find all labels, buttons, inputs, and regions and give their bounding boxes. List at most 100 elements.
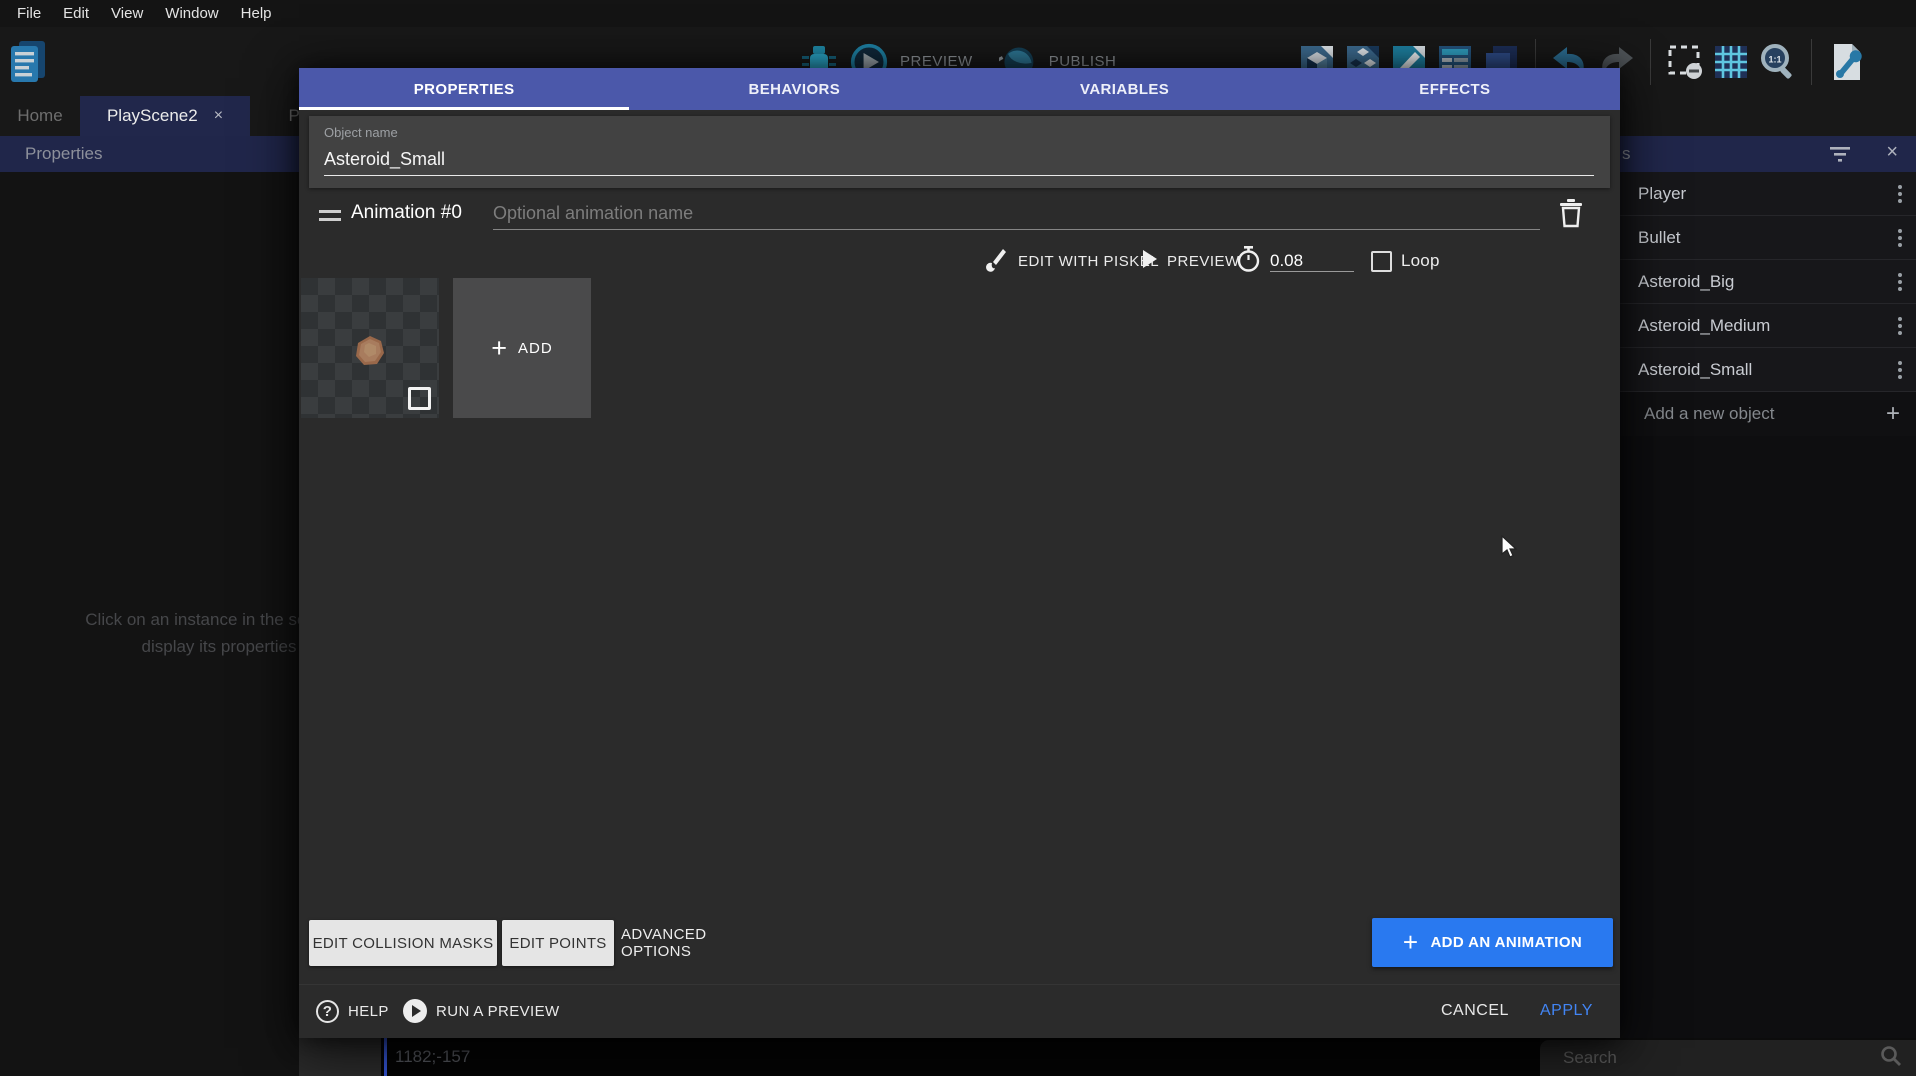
animation-frame-thumbnail[interactable] — [301, 278, 439, 418]
apply-button[interactable]: APPLY — [1540, 996, 1593, 1026]
plus-icon: + — [1403, 927, 1419, 958]
object-name-input[interactable] — [324, 144, 1594, 176]
drag-handle-icon[interactable] — [319, 210, 341, 226]
tab-home[interactable]: Home — [0, 96, 80, 136]
tab-playscene2-label: PlayScene2 — [107, 106, 198, 126]
brush-icon — [983, 246, 1009, 276]
add-new-object-row[interactable]: Add a new object + — [1620, 392, 1916, 436]
edit-points-button[interactable]: EDIT POINTS — [502, 920, 614, 966]
animation-title: Animation #0 — [351, 202, 462, 224]
properties-empty-message-line2: display its properties — [28, 633, 299, 660]
add-frame-label: ADD — [518, 340, 553, 357]
properties-empty-message: Click on an instance in the scene to dis… — [28, 606, 299, 660]
edit-collision-masks-button[interactable]: EDIT COLLISION MASKS — [309, 920, 497, 966]
object-editor-dialog: PROPERTIES BEHAVIORS VARIABLES EFFECTS O… — [299, 68, 1620, 1038]
add-object-plus-icon[interactable]: + — [1886, 400, 1900, 428]
object-label: Asteroid_Medium — [1638, 316, 1898, 336]
project-manager-icon[interactable] — [8, 38, 48, 89]
dialog-tab-effects[interactable]: EFFECTS — [1290, 68, 1620, 110]
stopwatch-icon — [1236, 245, 1261, 277]
help-label: HELP — [348, 1003, 389, 1020]
edit-collision-masks-label: EDIT COLLISION MASKS — [313, 935, 494, 952]
properties-panel-header: Properties — [0, 136, 299, 172]
delete-animation-icon[interactable] — [1558, 198, 1584, 233]
dialog-tab-behaviors[interactable]: BEHAVIORS — [629, 68, 959, 110]
loop-label: Loop — [1401, 251, 1440, 271]
advanced-options-label: ADVANCED OPTIONS — [621, 926, 779, 960]
loop-checkbox-icon[interactable] — [1371, 251, 1392, 272]
objects-panel-close-icon[interactable]: × — [1886, 141, 1898, 164]
object-name-card: Object name — [309, 116, 1610, 188]
edit-with-piskel-button[interactable]: EDIT WITH PISKEL — [983, 244, 1159, 278]
dialog-footer: ? HELP RUN A PREVIEW CANCEL APPLY — [299, 984, 1620, 1038]
menu-edit[interactable]: Edit — [52, 3, 100, 24]
play-triangle-icon — [1142, 249, 1158, 273]
menu-window[interactable]: Window — [154, 3, 229, 24]
run-a-preview-label: RUN A PREVIEW — [436, 1003, 560, 1020]
plus-icon: + — [491, 333, 507, 364]
mask-icon[interactable] — [1666, 42, 1704, 82]
object-row-bullet[interactable]: Bullet — [1620, 216, 1916, 260]
edit-points-label: EDIT POINTS — [509, 935, 606, 952]
animation-controls-row: EDIT WITH PISKEL PREVIEW Loop — [299, 240, 1620, 282]
add-an-animation-label: ADD AN ANIMATION — [1430, 934, 1582, 951]
asteroid-sprite — [349, 331, 391, 373]
menu-file[interactable]: File — [6, 3, 52, 24]
zoom-1-1-icon[interactable]: 1:1 — [1758, 42, 1796, 82]
object-menu-icon[interactable] — [1898, 273, 1902, 291]
add-frame-button[interactable]: + ADD — [453, 278, 591, 418]
tab-home-label: Home — [17, 106, 62, 126]
dialog-tab-variables[interactable]: VARIABLES — [960, 68, 1290, 110]
object-label: Asteroid_Small — [1638, 360, 1898, 380]
objects-search-input[interactable] — [1563, 1048, 1880, 1068]
run-preview-play-icon — [403, 999, 427, 1023]
time-between-frames-input[interactable] — [1270, 251, 1354, 272]
properties-panel-title: Properties — [25, 144, 102, 164]
object-label: Bullet — [1638, 228, 1898, 248]
add-an-animation-button[interactable]: + ADD AN ANIMATION — [1372, 918, 1613, 967]
object-menu-icon[interactable] — [1898, 229, 1902, 247]
object-row-asteroid-big[interactable]: Asteroid_Big — [1620, 260, 1916, 304]
grid-icon[interactable] — [1712, 42, 1750, 82]
objects-panel-header: s × — [1620, 136, 1916, 172]
run-a-preview-button[interactable]: RUN A PREVIEW — [403, 996, 560, 1026]
frame-select-checkbox[interactable] — [408, 387, 431, 410]
scene-statusbar: 1182;-157 — [299, 1038, 1540, 1076]
object-menu-icon[interactable] — [1898, 361, 1902, 379]
tab-playscene2[interactable]: PlayScene2 × — [80, 96, 250, 136]
preview-animation-button[interactable]: PREVIEW — [1142, 244, 1240, 278]
edit-with-piskel-label: EDIT WITH PISKEL — [1018, 253, 1159, 270]
object-menu-icon[interactable] — [1898, 317, 1902, 335]
object-row-player[interactable]: Player — [1620, 172, 1916, 216]
animation-name-input[interactable] — [493, 198, 1540, 230]
apply-label: APPLY — [1540, 1002, 1593, 1020]
menu-view[interactable]: View — [100, 3, 154, 24]
objects-panel: s × Player Bullet Asteroid_Big Asteroid_… — [1620, 136, 1916, 1038]
properties-empty-message-line1: Click on an instance in the scene to — [28, 606, 299, 633]
properties-panel: Properties Click on an instance in the s… — [0, 136, 299, 1076]
filter-icon[interactable] — [1830, 146, 1850, 167]
dialog-tabbar: PROPERTIES BEHAVIORS VARIABLES EFFECTS — [299, 68, 1620, 110]
cancel-label: CANCEL — [1441, 1002, 1509, 1020]
object-label: Player — [1638, 184, 1898, 204]
menubar: File Edit View Window Help — [0, 0, 1916, 27]
time-between-frames-field — [1236, 244, 1354, 278]
object-menu-icon[interactable] — [1898, 185, 1902, 203]
object-label: Asteroid_Big — [1638, 272, 1898, 292]
settings-wrench-icon[interactable] — [1827, 42, 1865, 82]
cursor-coordinates: 1182;-157 — [395, 1047, 470, 1067]
dialog-tab-properties[interactable]: PROPERTIES — [299, 68, 629, 110]
object-row-asteroid-medium[interactable]: Asteroid_Medium — [1620, 304, 1916, 348]
statusbar-shadow-block — [299, 1038, 381, 1076]
objects-search-bar[interactable] — [1540, 1040, 1916, 1076]
object-name-label: Object name — [324, 125, 398, 140]
cancel-button[interactable]: CANCEL — [1441, 996, 1509, 1026]
help-icon: ? — [316, 1000, 339, 1023]
tab-close-icon[interactable]: × — [214, 107, 223, 125]
advanced-options-button[interactable]: ADVANCED OPTIONS — [621, 920, 779, 966]
menu-help[interactable]: Help — [230, 3, 283, 24]
loop-toggle[interactable]: Loop — [1371, 244, 1440, 278]
object-row-asteroid-small[interactable]: Asteroid_Small — [1620, 348, 1916, 392]
help-button[interactable]: ? HELP — [316, 996, 389, 1026]
statusbar-accent-line — [384, 1038, 387, 1076]
